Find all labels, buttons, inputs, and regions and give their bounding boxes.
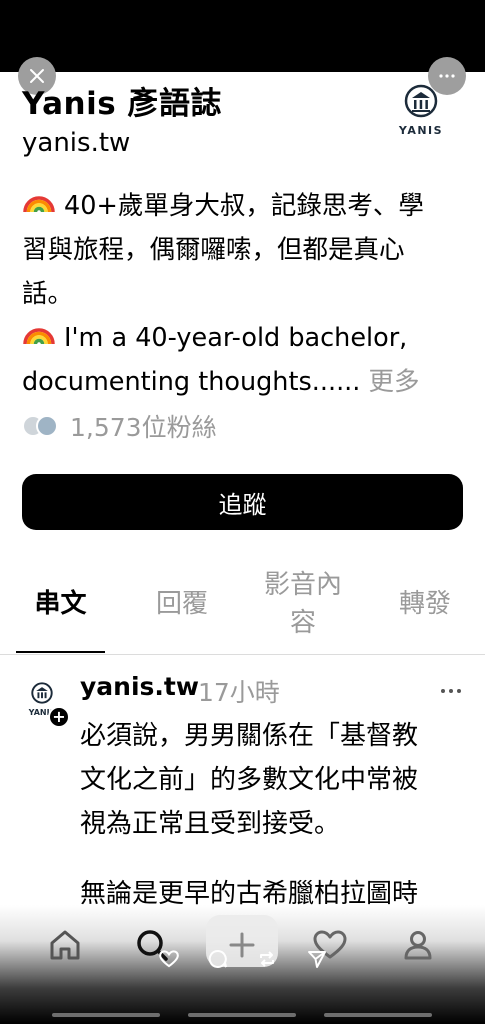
profile-name: Yanis 彥語誌: [22, 86, 222, 122]
status-area: [0, 0, 485, 72]
follow-plus-button[interactable]: +: [48, 706, 70, 728]
post-more-button[interactable]: [440, 672, 462, 700]
logo-text: YANIS: [398, 124, 444, 137]
more-icon: [441, 689, 461, 693]
tab-threads[interactable]: 串文: [16, 560, 105, 648]
post-body: 必須說，男男關係在「基督教 文化之前」的多數文化中常被 視為正常且受到接受。 無…: [80, 714, 465, 916]
send-icon: [308, 951, 326, 968]
rainbow-icon: [23, 328, 55, 345]
profile-handle: yanis.tw: [22, 128, 131, 158]
followers-row[interactable]: 1,573位粉絲: [22, 406, 217, 446]
divider: [0, 654, 485, 655]
system-nav-bar: [324, 1013, 432, 1017]
post-line: 視為正常且受到接受。: [80, 809, 341, 839]
repost-button[interactable]: [255, 947, 279, 971]
bio-line: documenting thoughts......: [22, 367, 361, 397]
bio-more-link[interactable]: 更多: [360, 367, 419, 397]
heart-icon: [159, 950, 179, 968]
tab-media-label: 影音內: [263, 570, 342, 600]
bio-line: 40+歲單身大叔，記錄思考、學: [64, 191, 424, 221]
bio-line: I'm a 40-year-old bachelor,: [64, 323, 408, 353]
follow-button[interactable]: 追蹤: [22, 474, 463, 530]
reply-button[interactable]: [206, 947, 230, 971]
more-icon: [439, 74, 455, 78]
bio-line: 話。: [22, 279, 74, 309]
share-button[interactable]: [305, 947, 329, 971]
tab-replies[interactable]: 回覆: [137, 560, 227, 648]
post-author[interactable]: yanis.tw: [80, 672, 199, 701]
tab-reposts[interactable]: 轉發: [380, 560, 470, 648]
bio-line: 習與旅程，偶爾囉嗦，但都是真心: [22, 235, 405, 265]
system-nav-bar: [188, 1013, 296, 1017]
repost-icon: [260, 951, 274, 967]
comment-icon: [208, 949, 227, 968]
tab-media-label: 容: [289, 608, 316, 638]
system-nav-bar: [52, 1013, 160, 1017]
profile-bio: 40+歲單身大叔，記錄思考、學 習與旅程，偶爾囉嗦，但都是真心 話。 I'm a…: [22, 184, 467, 404]
like-button[interactable]: [157, 947, 181, 971]
rainbow-icon: [23, 196, 55, 213]
post-line: 必須說，男男關係在「基督教: [80, 721, 419, 751]
post-actions: [0, 944, 485, 974]
followers-count: 1,573位粉絲: [70, 413, 217, 442]
logo-emblem-icon: [404, 84, 438, 118]
post-line: 文化之前」的多數文化中常被: [80, 765, 419, 795]
follower-avatar: [36, 415, 58, 437]
profile-avatar[interactable]: YANIS: [396, 84, 446, 138]
logo-emblem-icon: [31, 682, 53, 704]
profile-tabs: 串文 回覆 影音內 容 轉發: [0, 560, 485, 654]
post-timestamp: 17小時: [198, 678, 280, 707]
active-tab-indicator: [16, 651, 105, 653]
tab-media[interactable]: 影音內 容: [252, 560, 354, 648]
